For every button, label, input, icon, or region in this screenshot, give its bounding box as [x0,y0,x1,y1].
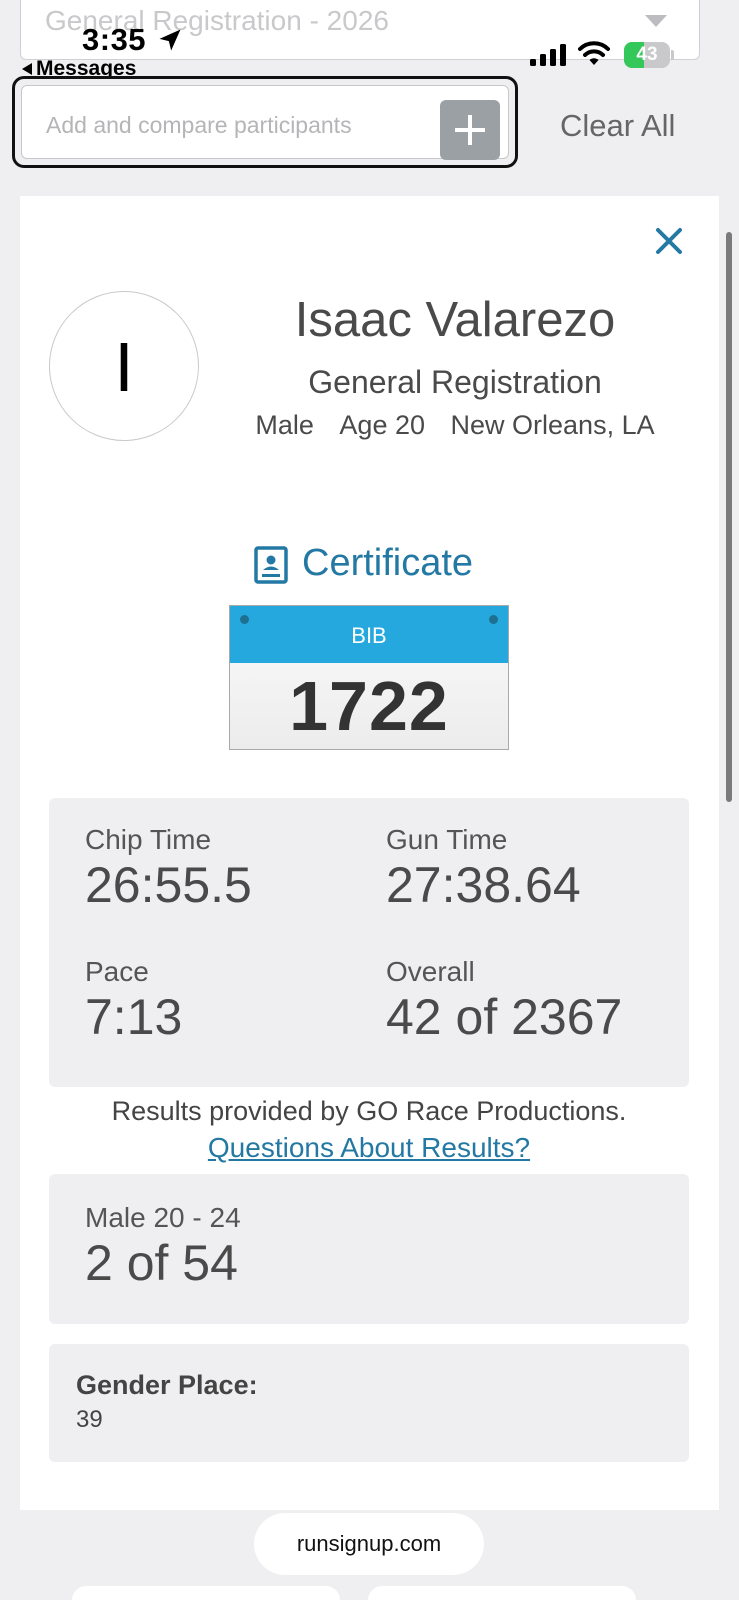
bib-label: BIB [351,623,387,648]
participant-meta: Male Age 20 New Orleans, LA [220,410,690,441]
compare-input[interactable]: Add and compare participants [21,85,509,160]
clear-all-button[interactable]: Clear All [560,108,675,144]
age-group-box: Male 20 - 24 2 of 54 [49,1174,689,1324]
avatar: I [49,291,199,441]
wifi-icon [578,41,610,65]
location-arrow-icon [159,29,181,51]
participant-name: Isaac Valarezo [294,293,616,347]
age-group-label: Male 20 - 24 [85,1202,241,1233]
url-pill[interactable]: runsignup.com [254,1513,484,1575]
chevron-down-icon [645,15,667,27]
overall-label: Overall [386,956,475,987]
bottom-toolbar-left[interactable] [72,1586,340,1600]
battery-level: 43 [636,44,658,65]
bib-number: 1722 [289,667,449,745]
add-participant-button[interactable] [440,100,500,160]
certificate-icon [254,546,288,584]
close-icon[interactable] [652,224,686,258]
participant-age: Age 20 [339,410,425,440]
questions-about-results-link[interactable]: Questions About Results? [49,1132,689,1164]
overall-value: 42 of 2367 [386,989,623,1045]
gun-time-label: Gun Time [386,824,508,855]
cellular-signal-icon [530,44,566,66]
battery-indicator: 43 [624,42,674,68]
chip-time-value: 26:55.5 [85,857,252,913]
back-arrow-icon [22,63,32,76]
age-group-value: 2 of 54 [85,1235,238,1291]
scrollbar[interactable] [726,232,732,802]
chip-time-label: Chip Time [85,824,212,855]
bottom-toolbar-right[interactable] [368,1586,636,1600]
bib-header: BIB [230,606,508,663]
compare-bar: Add and compare participants [12,76,518,168]
certificate-label: Certificate [302,542,474,584]
participant-location: New Orleans, LA [450,410,655,440]
participant-gender: Male [255,410,314,440]
gun-time-value: 27:38.64 [386,857,581,913]
gender-place-label: Gender Place: [76,1370,258,1400]
gender-place-box: Gender Place: 39 [49,1344,689,1462]
status-time: 3:35 [82,22,147,57]
bib-card: BIB 1722 [229,605,509,750]
gender-place-value: 39 [76,1406,103,1433]
pace-value: 7:13 [85,989,183,1045]
results-stats: Chip Time 26:55.5 Gun Time 27:38.64 Pace… [49,798,689,1087]
battery-icon: 43 [624,42,670,68]
participant-division: General Registration [308,364,602,400]
compare-placeholder: Add and compare participants [46,112,352,138]
results-provider-note: Results provided by GO Race Productions. [111,1096,627,1126]
battery-tip [671,50,674,60]
pace-label: Pace [85,956,149,987]
